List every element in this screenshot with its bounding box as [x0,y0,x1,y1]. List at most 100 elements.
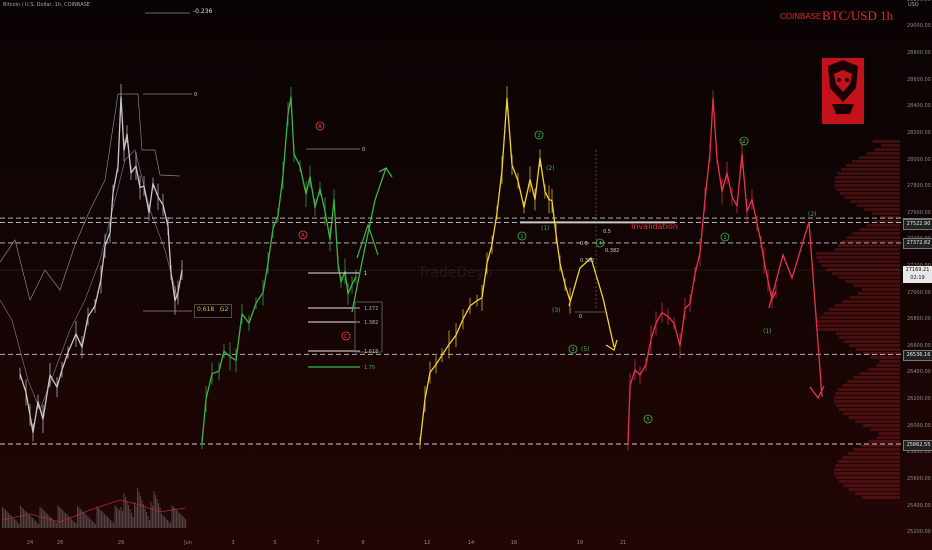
volume-bar [140,496,142,528]
volume-bar [20,506,22,528]
volume-bar [23,509,25,528]
volume-profile-bar [846,236,900,239]
yellow-wave-paren-1: (1) [541,225,550,232]
volume-bar [101,511,103,528]
volume-profile-bar [842,456,900,459]
volume-bar [156,499,158,528]
volume-bar [66,514,68,528]
volume-bar [39,506,41,528]
volume-bar [155,495,157,528]
volume-profile-bar [834,396,900,399]
volume-bar [183,517,185,528]
yellow-wave-1: 1 [520,234,524,240]
volume-profile-bar [847,452,900,455]
volume-profile-bar [878,432,900,435]
volume-profile-bar [841,168,900,171]
volume-profile-bar [834,176,900,179]
volume-profile-bar [836,332,900,335]
volume-bar [111,521,113,528]
volume-profile-bar [844,196,900,199]
volume-bar [78,507,80,528]
x-axis-tick: Jun [184,540,192,546]
volume-profile-bar [835,404,900,407]
volume-bar [137,488,139,528]
volume-profile-bar [819,316,900,319]
volume-profile-bar [852,160,900,163]
y-axis-tick: 27800.00 [907,183,931,190]
volume-profile-bar [854,492,900,495]
volume-profile-bar [835,248,900,251]
volume-profile-bar [868,440,900,443]
volume-bar [150,502,152,528]
volume-profile-bar [861,288,900,291]
chart-title: Bitcoin / U.S. Dollar, 1h, COINBASE [3,2,90,8]
volume-bar [185,519,187,528]
volume-bar [14,519,16,528]
y-axis-tick: 26600.00 [907,342,931,349]
price-label: 26536.16 [903,349,932,361]
volume-profile-bar [821,264,900,267]
volume-profile-bar [849,344,900,347]
volume-profile-bar [834,400,900,403]
volume-profile-bar [876,364,900,367]
yellow-fib-0382b: 0.382 [580,258,594,264]
volume-profile-bar [872,140,900,143]
volume-profile-bar [838,276,900,279]
volume-bar [80,509,82,528]
volume-bar [182,516,184,528]
grey-price-series [19,96,183,434]
x-axis-tick: 9 [361,540,365,546]
volume-bar [27,513,29,528]
volume-bar [6,511,8,528]
volume-bar [44,511,46,528]
volume-bar [167,520,169,528]
volume-bar [126,501,128,528]
green-projection-zig [356,223,379,259]
volume-profile-bar [852,232,900,235]
volume-profile-bar [837,244,900,247]
volume-profile-bar [853,376,900,379]
volume-bar [33,519,35,528]
y-axis-tick: 26200.00 [907,396,931,403]
yellow-wave-2: 2 [537,133,541,139]
cloud-upper [0,93,181,302]
y-axis-tick: 27600.00 [907,209,931,216]
x-axis-tick: 21 [619,540,627,546]
volume-profile-bar [835,464,900,467]
green-wave-C: C [344,334,348,340]
volume-bar [117,508,119,528]
volume-bar [65,513,67,528]
yellow-wave-3: 3 [571,347,575,353]
volume-profile-bar [818,260,900,263]
volume-profile-bar [845,280,900,283]
volume-profile-bar [847,380,900,383]
volume-profile-bar [859,156,900,159]
volume-profile-bar [846,164,900,167]
volume-bar [77,506,79,528]
volume-bar [158,503,160,528]
y-axis-tick: 29000.00 [907,23,931,30]
watermark: TradeDeyo [418,265,493,281]
volume-profile-bar [855,420,900,423]
volume-profile-bar [867,224,900,227]
volume-profile-bar [834,180,900,183]
volume-bar [89,518,91,528]
volume-bar [174,508,176,528]
y-axis-tick: 25400.00 [907,502,931,509]
volume-profile-bar [836,188,900,191]
volume-bar [12,517,14,528]
volume-bar [54,521,56,528]
x-axis-tick: 14 [467,540,475,546]
red-wave-2: 2 [742,139,746,145]
volume-bar [119,510,121,528]
volume-profile-bar [850,200,900,203]
volume-bar [180,514,182,528]
yellow-wave-paren-5: (5) [581,346,590,353]
volume-bar [131,513,133,528]
volume-bar [62,510,64,528]
volume-bar [72,520,74,528]
volume-bar [98,508,100,528]
volume-bar [15,520,17,528]
red-wave-paren-1: (1) [763,328,772,335]
volume-bar [128,505,130,528]
